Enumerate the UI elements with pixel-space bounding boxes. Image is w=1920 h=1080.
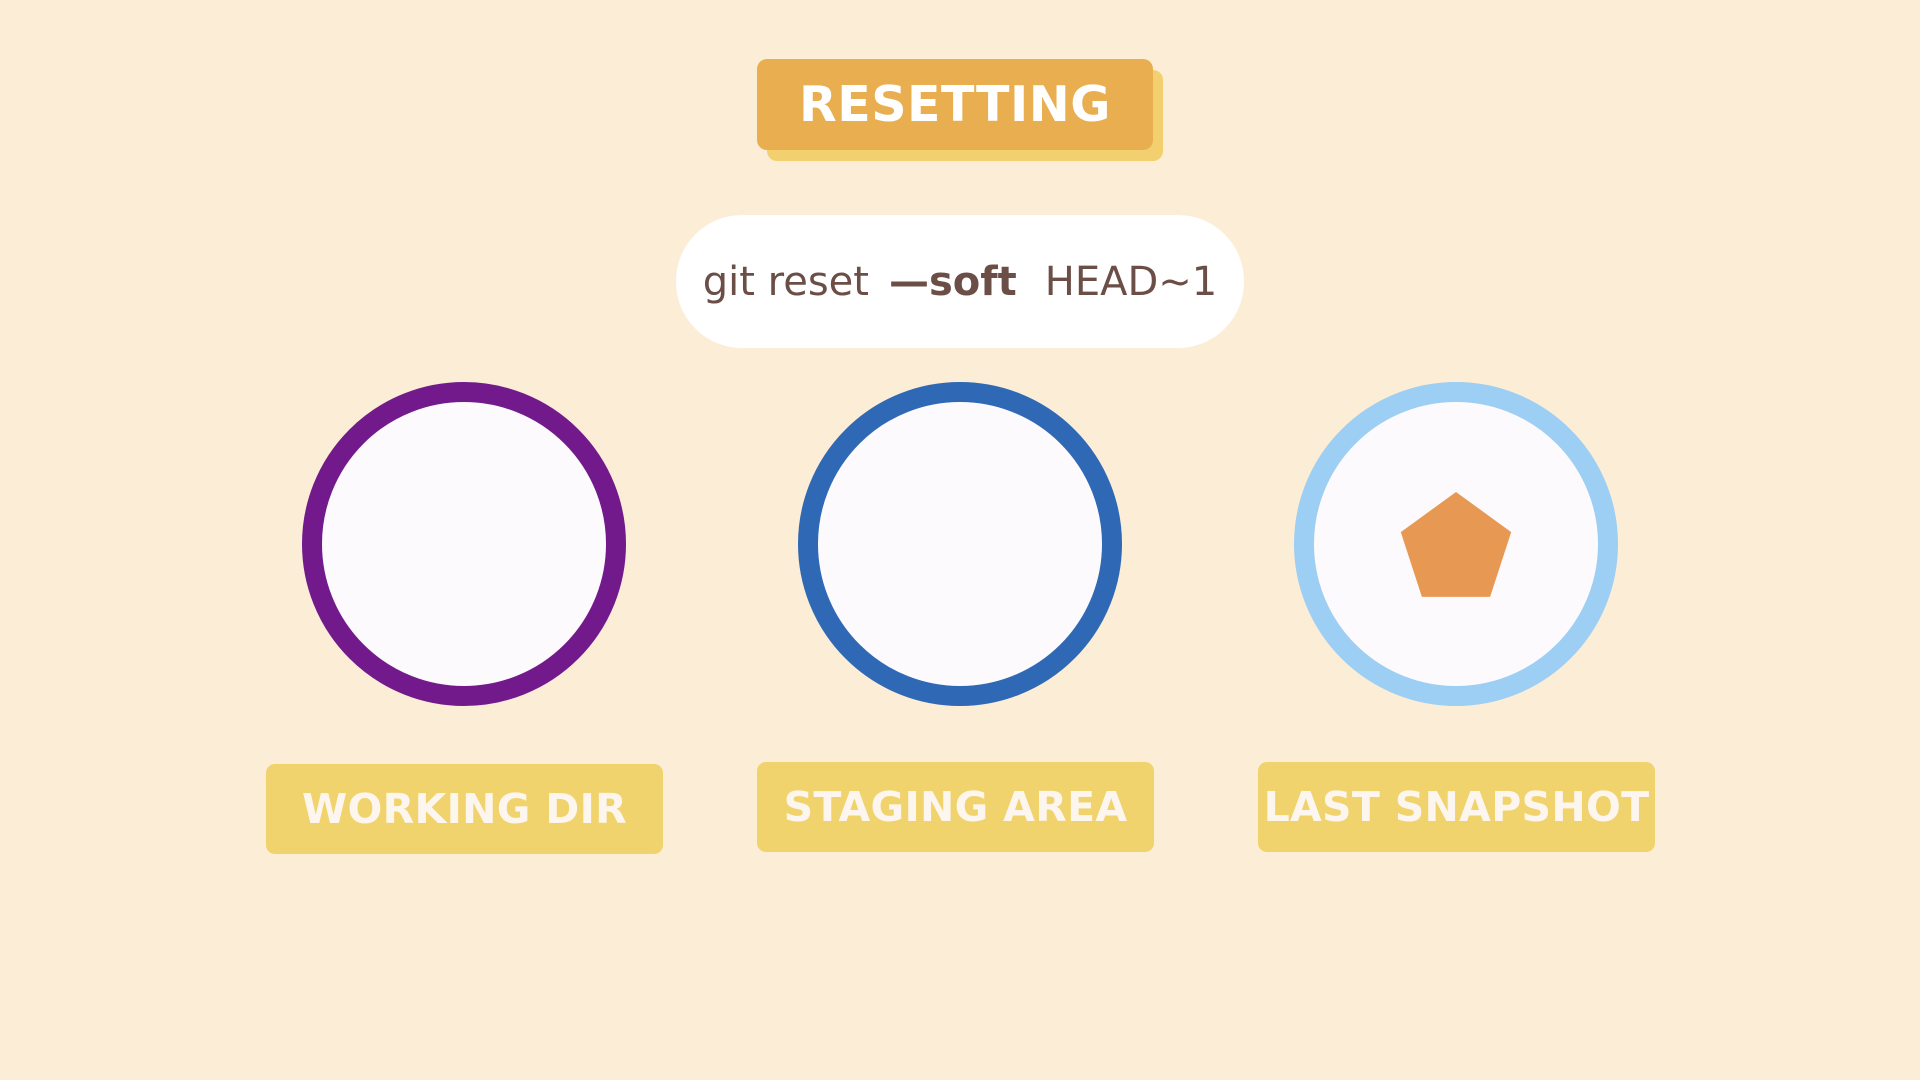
command-prefix: git reset xyxy=(702,258,869,305)
title-banner: RESETTING xyxy=(757,59,1163,162)
page-title: RESETTING xyxy=(757,59,1153,150)
working-dir-label: WORKING DIR xyxy=(266,764,663,854)
git-command-pill: git reset —soft HEAD~1 xyxy=(676,215,1244,348)
last-snapshot-circle xyxy=(1294,382,1618,706)
pentagon-icon xyxy=(1400,492,1512,597)
staging-area-label: STAGING AREA xyxy=(757,762,1154,852)
staging-area-circle xyxy=(798,382,1122,706)
command-flag: —soft xyxy=(888,258,1017,305)
last-snapshot-label: LAST SNAPSHOT xyxy=(1258,762,1655,852)
command-target: HEAD~1 xyxy=(1044,258,1218,305)
working-dir-circle xyxy=(302,382,626,706)
